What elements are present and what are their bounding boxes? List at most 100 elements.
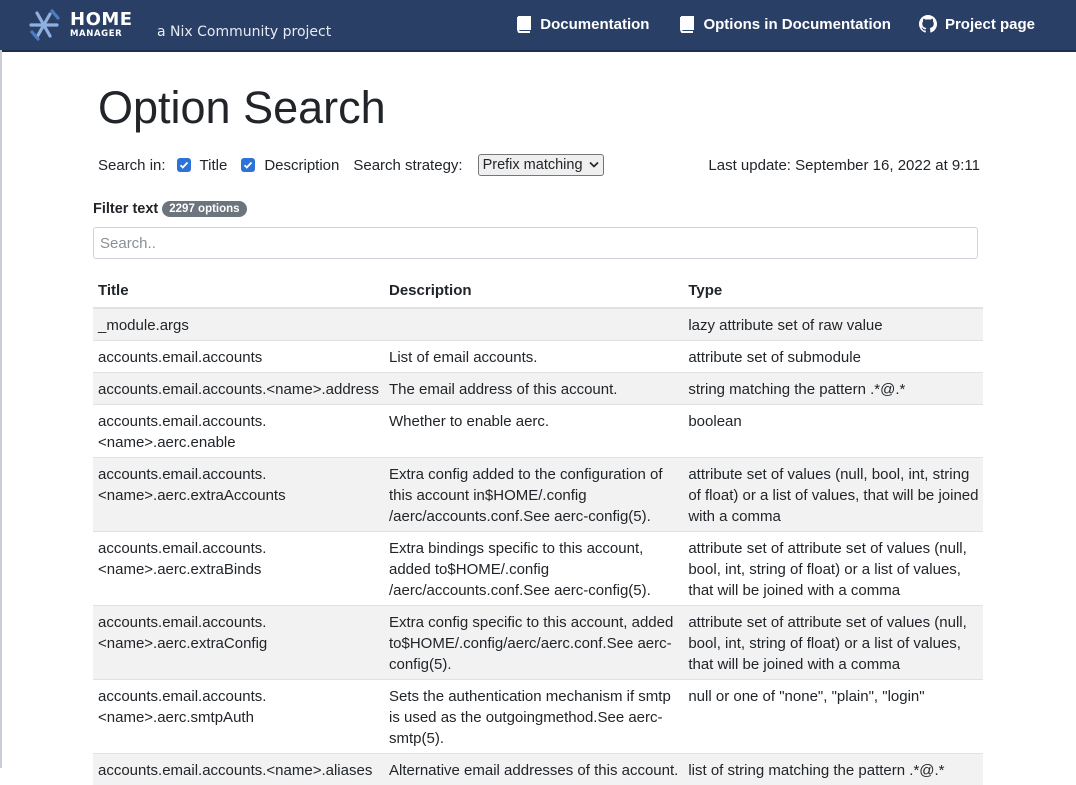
filter-text-heading: Filter text (93, 201, 158, 217)
description-checkbox-group[interactable]: Description (241, 157, 339, 174)
search-strategy-value: Prefix matching (483, 157, 583, 173)
description-line: Extra bindings specific to this account, (389, 538, 678, 559)
cell-title[interactable]: accounts.email.accounts.<name>.aerc.extr… (93, 606, 384, 680)
nav-documentation-link[interactable]: Documentation (514, 16, 649, 33)
title-line: <name>.aerc.enable (98, 432, 379, 453)
nav-project-page-label: Project page (945, 16, 1035, 33)
description-line: to$HOME/.config/aerc/aerc.conf.See aerc- (389, 633, 678, 654)
nav-links: Documentation Options in Documentation P… (486, 0, 1035, 48)
type-line: attribute set of attribute set of values… (688, 612, 978, 633)
cell-description: Whether to enable aerc. (384, 405, 683, 458)
title-checkbox[interactable] (177, 158, 191, 172)
title-line: accounts.email.accounts. (98, 464, 379, 485)
cell-type: lazy attribute set of raw value (683, 308, 983, 341)
cell-title[interactable]: accounts.email.accounts.<name>.address (93, 373, 384, 405)
last-update-text: Last update: September 16, 2022 at 9:11 (708, 157, 980, 174)
title-line: accounts.email.accounts (98, 347, 379, 368)
brand-home-text: HOME (70, 11, 133, 29)
brand-logo-link[interactable]: HOME MANAGER (28, 6, 133, 44)
type-line: that will be joined with a comma (688, 654, 978, 675)
title-line: accounts.email.accounts. (98, 612, 379, 633)
checkmark-icon (243, 160, 253, 170)
search-strategy-label: Search strategy: (353, 157, 462, 174)
table-row[interactable]: accounts.email.accounts.<name>.address Th… (93, 373, 983, 405)
type-line: string matching the pattern .*@.* (688, 379, 978, 400)
cell-title[interactable]: accounts.email.accounts.<name>.aerc.enab… (93, 405, 384, 458)
cell-title[interactable]: accounts.email.accounts.<name>.aerc.extr… (93, 458, 384, 532)
table-row[interactable]: accounts.email.accounts.<name>.aerc.extr… (93, 606, 983, 680)
search-options-row: Search in: Title Description Search stra… (98, 153, 980, 177)
title-line: <name>.aerc.extraAccounts (98, 485, 379, 506)
table-body: _module.args lazy attribute set of raw va… (93, 308, 983, 785)
type-line: null or one of "none", "plain", "login" (688, 686, 978, 707)
cell-title[interactable]: accounts.email.accounts.<name>.aerc.smtp… (93, 680, 384, 754)
cell-title[interactable]: accounts.email.accounts.<name>.aerc.extr… (93, 532, 384, 606)
cell-type: attribute set of attribute set of values… (683, 532, 983, 606)
column-header-title[interactable]: Title (93, 278, 384, 308)
title-line: accounts.email.accounts.<name>.address (98, 379, 379, 400)
title-line: accounts.email.accounts. (98, 538, 379, 559)
book-icon (677, 16, 695, 33)
cell-description: Extra config added to the configuration … (384, 458, 683, 532)
description-line: Extra config added to the configuration … (389, 464, 678, 485)
description-line: List of email accounts. (389, 347, 678, 368)
description-line: Whether to enable aerc. (389, 411, 678, 432)
description-line: The email address of this account. (389, 379, 678, 400)
table-row[interactable]: _module.args lazy attribute set of raw va… (93, 308, 983, 341)
type-line: lazy attribute set of raw value (688, 315, 978, 336)
nav-project-page-link[interactable]: Project page (919, 15, 1035, 33)
search-strategy-select[interactable]: Prefix matching (478, 154, 604, 176)
type-line: bool, int, string of float) or a list of… (688, 559, 978, 580)
type-line: bool, int, string of float) or a list of… (688, 633, 978, 654)
page-left-border (0, 50, 2, 768)
column-header-description[interactable]: Description (384, 278, 683, 308)
cell-description: Extra bindings specific to this account,… (384, 532, 683, 606)
description-line: /aerc/accounts.conf.See aerc-config(5). (389, 506, 678, 527)
column-header-type[interactable]: Type (683, 278, 983, 308)
title-line: accounts.email.accounts. (98, 686, 379, 707)
description-checkbox[interactable] (241, 158, 255, 172)
table-row[interactable]: accounts.email.accounts.<name>.aerc.extr… (93, 458, 983, 532)
cell-description (384, 308, 683, 341)
cell-description: Sets the authentication mechanism if smt… (384, 680, 683, 754)
cell-type: attribute set of values (null, bool, int… (683, 458, 983, 532)
chevron-down-icon (589, 160, 599, 171)
title-line: accounts.email.accounts. (98, 411, 379, 432)
type-line: attribute set of attribute set of values… (688, 538, 978, 559)
description-checkbox-label: Description (264, 157, 339, 174)
table-header-row: Title Description Type (93, 278, 983, 308)
top-navbar: HOME MANAGER a Nix Community project Doc… (0, 0, 1076, 52)
cell-type: boolean (683, 405, 983, 458)
nav-options-docs-link[interactable]: Options in Documentation (677, 16, 891, 33)
title-line: <name>.aerc.extraConfig (98, 633, 379, 654)
description-line: Extra config specific to this account, a… (389, 612, 678, 633)
nix-snowflake-logo-icon (28, 8, 62, 42)
type-line: of float) or a list of values, that will… (688, 485, 978, 506)
title-checkbox-group[interactable]: Title (177, 157, 228, 174)
table-row[interactable]: accounts.email.accounts.<name>.aerc.extr… (93, 532, 983, 606)
cell-description: Extra config specific to this account, a… (384, 606, 683, 680)
nav-options-docs-label: Options in Documentation (703, 16, 891, 33)
cell-title[interactable]: accounts.email.accounts.<name>.aliases (93, 754, 384, 785)
table-row[interactable]: accounts.email.accounts.<name>.aerc.enab… (93, 405, 983, 458)
cell-title[interactable]: accounts.email.accounts (93, 341, 384, 373)
cell-type: string matching the pattern .*@.* (683, 373, 983, 405)
search-in-label: Search in: (98, 157, 166, 174)
table-row[interactable]: accounts.email.accounts.<name>.aerc.smtp… (93, 680, 983, 754)
cell-description: Alternative email addresses of this acco… (384, 754, 683, 785)
search-input[interactable] (93, 227, 978, 259)
table-row[interactable]: accounts.email.accounts List of email acc… (93, 341, 983, 373)
cell-type: attribute set of submodule (683, 341, 983, 373)
cell-description: List of email accounts. (384, 341, 683, 373)
description-line: is used as the outgoingmethod.See aerc- (389, 707, 678, 728)
cell-title[interactable]: _module.args (93, 308, 384, 341)
brand-wordmark: HOME MANAGER (70, 11, 133, 39)
description-line: Alternative email addresses of this acco… (389, 760, 678, 781)
table-row[interactable]: accounts.email.accounts.<name>.aliasesAl… (93, 754, 983, 785)
page-title: Option Search (98, 82, 386, 134)
cell-type: null or one of "none", "plain", "login" (683, 680, 983, 754)
type-line: that will be joined with a comma (688, 580, 978, 601)
description-line: Sets the authentication mechanism if smt… (389, 686, 678, 707)
brand-tagline: a Nix Community project (157, 24, 331, 40)
description-line: /aerc/accounts.conf.See aerc-config(5). (389, 580, 678, 601)
